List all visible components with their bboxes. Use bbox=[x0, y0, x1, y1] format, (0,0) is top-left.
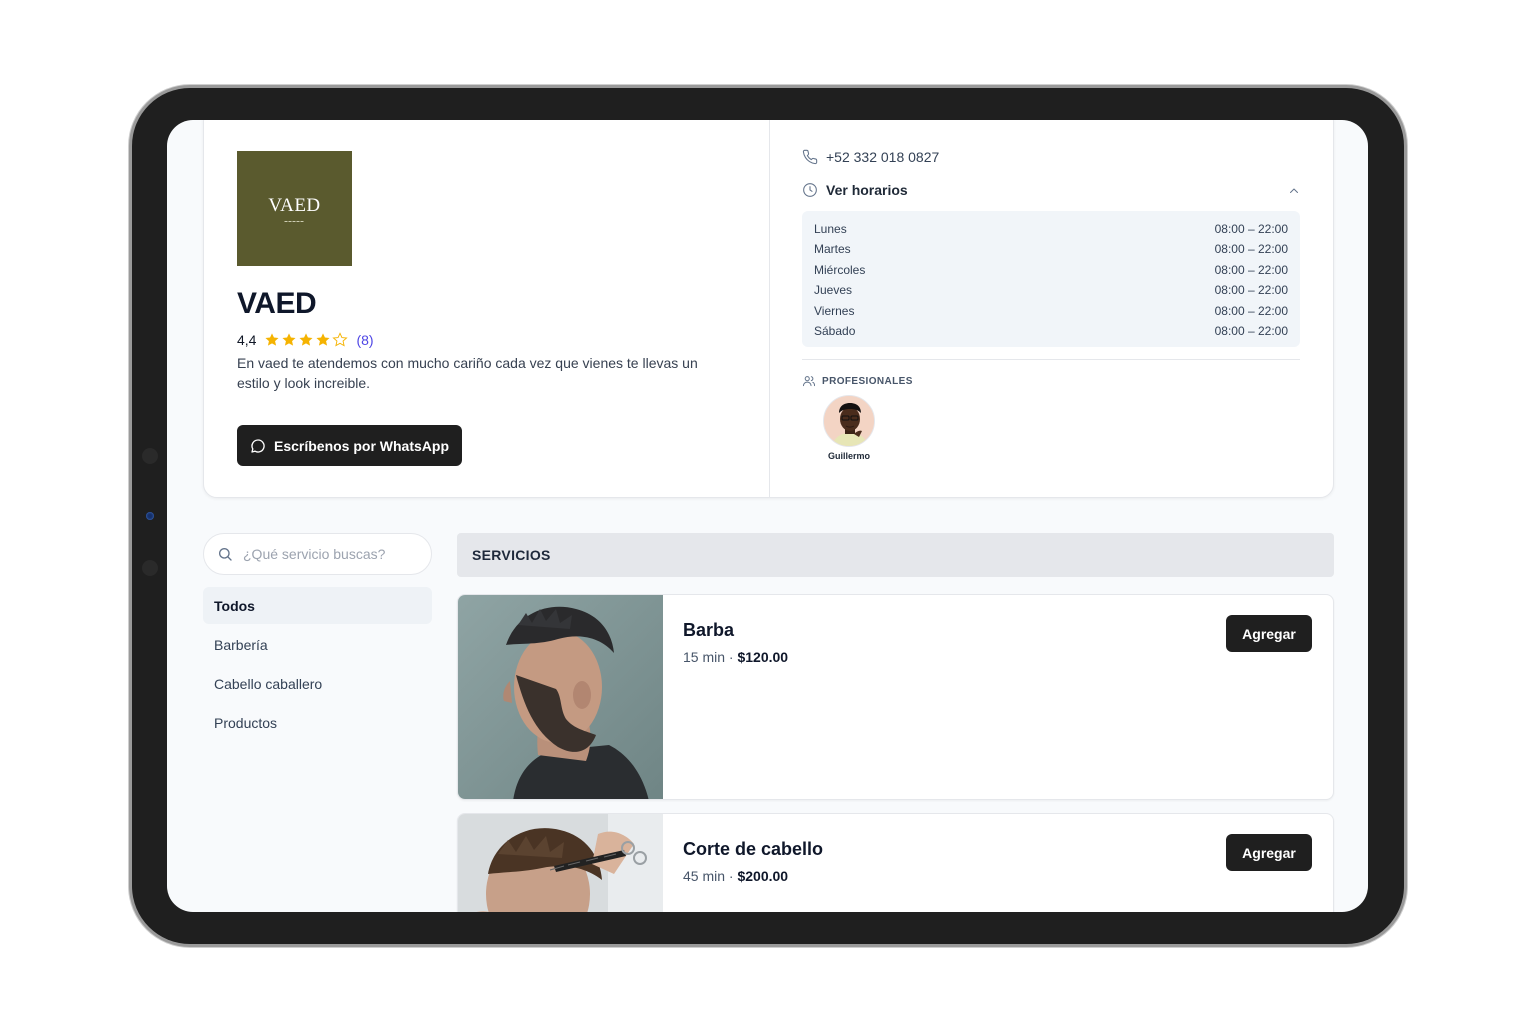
app-screen: VAED ▬▬▬▬▬ VAED 4,4 (8) En vaed te atend… bbox=[167, 120, 1368, 912]
card-divider bbox=[769, 120, 770, 497]
service-image-barba bbox=[458, 595, 663, 799]
service-duration: 15 min bbox=[683, 649, 726, 665]
service-price: $200.00 bbox=[737, 868, 789, 884]
hours-row: Miércoles 08:00 – 22:00 bbox=[814, 260, 1288, 280]
chevron-up-icon bbox=[1290, 188, 1298, 193]
category-list: Todos Barbería Cabello caballero Product… bbox=[203, 587, 432, 743]
star-icon bbox=[265, 333, 280, 346]
add-service-button[interactable]: Agregar bbox=[1226, 615, 1312, 652]
whatsapp-button[interactable]: Escríbenos por WhatsApp bbox=[237, 425, 462, 466]
tablet-camera bbox=[146, 512, 154, 520]
professional-avatar[interactable] bbox=[823, 395, 875, 447]
business-name: VAED bbox=[237, 287, 317, 320]
hours-row: Martes 08:00 – 22:00 bbox=[814, 239, 1288, 259]
business-description: En vaed te atendemos con mucho cariño ca… bbox=[237, 355, 698, 391]
professionals-title: PROFESIONALES bbox=[822, 375, 913, 387]
service-name: Barba bbox=[683, 620, 735, 640]
tablet-side-sensor bbox=[142, 448, 158, 464]
hours-row: Jueves 08:00 – 22:00 bbox=[814, 280, 1288, 300]
hours-table: Lunes 08:00 – 22:00 Martes 08:00 – 22:00 M… bbox=[802, 211, 1300, 347]
whatsapp-button-label: Escríbenos por WhatsApp bbox=[273, 437, 450, 454]
star-icon bbox=[316, 333, 331, 346]
users-icon bbox=[802, 376, 816, 387]
category-item-todos[interactable]: Todos bbox=[203, 587, 432, 624]
service-meta: 45 min · $200.00 bbox=[683, 868, 788, 884]
clock-icon bbox=[803, 183, 817, 197]
hours-day: Viernes bbox=[814, 303, 855, 318]
avatar-photo bbox=[824, 396, 874, 446]
rating-row: 4,4 (8) bbox=[237, 332, 374, 348]
service-duration: 45 min bbox=[683, 868, 726, 884]
hours-day: Jueves bbox=[814, 283, 853, 298]
category-item-productos[interactable]: Productos bbox=[203, 704, 432, 741]
category-item-cabello-caballero[interactable]: Cabello caballero bbox=[203, 665, 432, 702]
hours-time: 08:00 – 22:00 bbox=[1214, 283, 1288, 298]
rating-value: 4,4 bbox=[237, 332, 257, 348]
hours-time: 08:00 – 22:00 bbox=[1214, 222, 1288, 236]
hours-time: 08:00 – 22:00 bbox=[1214, 262, 1288, 277]
section-divider bbox=[802, 359, 1300, 360]
meta-separator: · bbox=[725, 868, 738, 884]
search-icon bbox=[219, 548, 232, 561]
professionals-heading: PROFESIONALES bbox=[802, 374, 913, 388]
hours-day: Sábado bbox=[814, 323, 856, 338]
tablet-side-sensor bbox=[142, 560, 158, 576]
service-card[interactable]: Corte de cabello 45 min · $200.00 Agrega… bbox=[457, 813, 1334, 912]
star-icon bbox=[282, 333, 297, 346]
hours-row: Lunes 08:00 – 22:00 bbox=[814, 219, 1288, 239]
hours-toggle[interactable]: Ver horarios bbox=[802, 182, 1300, 198]
hours-day: Lunes bbox=[814, 222, 847, 236]
star-icon bbox=[332, 332, 349, 347]
category-item-barberia[interactable]: Barbería bbox=[203, 626, 432, 663]
review-count-link[interactable]: (8) bbox=[356, 332, 373, 348]
hours-day: Martes bbox=[814, 242, 851, 257]
professional-name: Guillermo bbox=[827, 451, 870, 461]
hours-row: Viernes 08:00 – 22:00 bbox=[814, 301, 1288, 321]
hours-time: 08:00 – 22:00 bbox=[1214, 303, 1288, 318]
meta-separator: · bbox=[725, 649, 738, 665]
business-profile-card: VAED ▬▬▬▬▬ VAED 4,4 (8) En vaed te atend… bbox=[203, 120, 1334, 498]
hours-day: Miércoles bbox=[814, 262, 866, 277]
logo-wordmark: VAED bbox=[268, 194, 321, 216]
star-icon bbox=[299, 333, 314, 346]
service-search[interactable] bbox=[203, 533, 432, 575]
phone-icon bbox=[802, 149, 818, 165]
hours-time: 08:00 – 22:00 bbox=[1214, 242, 1288, 257]
service-card[interactable]: Barba 15 min · $120.00 Agregar bbox=[457, 594, 1334, 800]
service-price: $120.00 bbox=[737, 649, 789, 665]
hours-toggle-label: Ver horarios bbox=[826, 182, 908, 198]
logo-subtext-mark: ▬▬▬▬▬ bbox=[284, 218, 305, 223]
service-name: Corte de cabello bbox=[683, 839, 824, 859]
phone-number: +52 332 018 0827 bbox=[826, 149, 940, 165]
service-image-corte bbox=[458, 814, 663, 912]
hours-time: 08:00 – 22:00 bbox=[1214, 323, 1288, 338]
chat-bubble-icon bbox=[251, 438, 265, 453]
services-section-header: SERVICIOS bbox=[457, 533, 1334, 577]
star-rating bbox=[264, 332, 349, 348]
service-meta: 15 min · $120.00 bbox=[683, 649, 788, 665]
add-service-button[interactable]: Agregar bbox=[1226, 834, 1312, 871]
business-logo: VAED ▬▬▬▬▬ bbox=[237, 151, 352, 266]
phone-row[interactable]: +52 332 018 0827 bbox=[802, 149, 939, 165]
hours-row: Sábado 08:00 – 22:00 bbox=[814, 321, 1288, 341]
search-input[interactable] bbox=[243, 546, 413, 562]
